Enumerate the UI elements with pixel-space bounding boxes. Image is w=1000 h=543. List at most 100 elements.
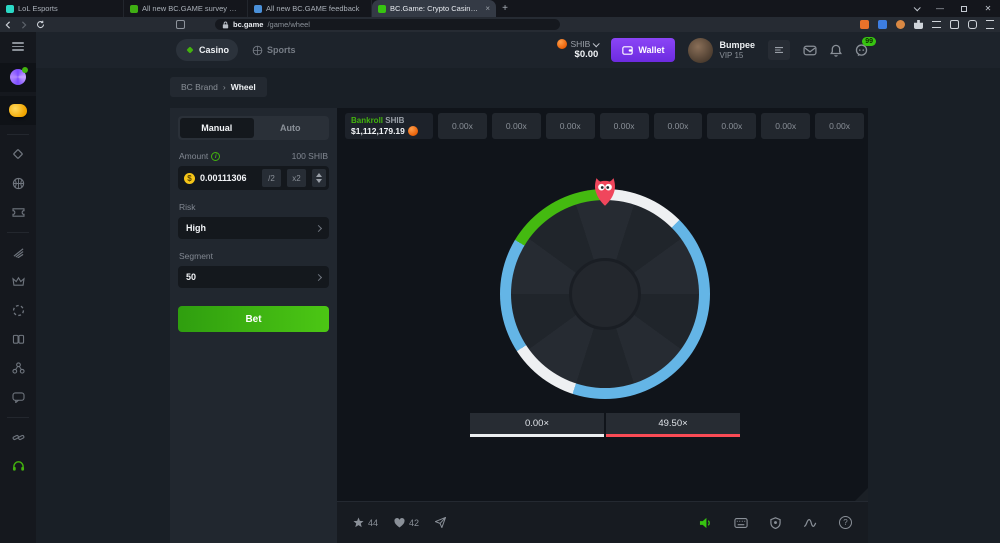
- sidebar-item-support[interactable]: [12, 452, 25, 481]
- screenshot-icon[interactable]: [968, 20, 977, 29]
- game-footer-icons: [699, 516, 852, 529]
- tab-manual[interactable]: Manual: [180, 118, 254, 138]
- app-header: Casino Sports SHIB $0.00 Wallet Bumpee V…: [36, 32, 1000, 68]
- bookmark-icon[interactable]: [176, 20, 185, 29]
- notifications-button[interactable]: [830, 44, 842, 57]
- tab-auto[interactable]: Auto: [254, 118, 328, 138]
- sidebar-item-coins[interactable]: [0, 96, 36, 125]
- sidebar-toggle-hamburger-icon[interactable]: [12, 40, 24, 53]
- game-area: Bankroll SHIB $1,112,179.19 0.00x 0.00x …: [337, 108, 868, 543]
- puzzle-extensions-icon[interactable]: [914, 20, 923, 29]
- username: Bumpee: [719, 40, 755, 51]
- loader-circle-icon: [12, 304, 25, 317]
- tab-favicon-icon: [6, 5, 14, 13]
- chevron-right-icon: [315, 224, 322, 231]
- sidebar-item-forum[interactable]: [12, 383, 25, 412]
- heart-icon: [394, 518, 405, 528]
- speaker-icon: [699, 517, 712, 529]
- reading-list-icon[interactable]: [932, 21, 941, 28]
- tab-sports[interactable]: Sports: [252, 45, 296, 56]
- history-chip: 0.00x: [492, 113, 541, 139]
- bet-slip-button[interactable]: [768, 40, 790, 60]
- likes-count: 42: [409, 518, 419, 528]
- share-button[interactable]: [435, 517, 446, 528]
- history-chip: 0.00x: [546, 113, 595, 139]
- two-cards-icon: [12, 334, 25, 345]
- wave-icon: [803, 518, 817, 528]
- chat-unread-badge: 99: [862, 37, 876, 46]
- step-down-icon[interactable]: [316, 179, 322, 183]
- game-footer: 44 42: [337, 501, 868, 543]
- amount-input[interactable]: 0.00111306 /2 x2: [178, 166, 329, 190]
- back-icon[interactable]: [0, 21, 16, 29]
- sidebar-item-spin[interactable]: [12, 296, 25, 325]
- tab-close-icon[interactable]: ×: [483, 4, 490, 13]
- tab-casino[interactable]: Casino: [176, 39, 238, 61]
- risk-dropdown[interactable]: High: [178, 217, 329, 239]
- side-panel-icon[interactable]: [950, 20, 959, 29]
- browser-tab[interactable]: LoL Esports: [0, 0, 124, 17]
- likes-stat[interactable]: 42: [394, 518, 419, 528]
- new-tab-button[interactable]: +: [496, 0, 514, 17]
- fairness-button[interactable]: [770, 517, 781, 529]
- reload-icon[interactable]: [32, 20, 48, 29]
- wheel: [500, 189, 710, 399]
- extension-icon[interactable]: [860, 20, 869, 29]
- hotkeys-button[interactable]: [734, 518, 748, 528]
- browser-tab[interactable]: All new BC.GAME feedback: [248, 0, 372, 17]
- breadcrumb-root[interactable]: BC Brand: [181, 82, 218, 92]
- amount-value[interactable]: 0.00111306: [200, 173, 256, 183]
- close-icon[interactable]: ✕: [976, 0, 1000, 17]
- double-bet-button[interactable]: x2: [287, 169, 306, 187]
- browser-tab[interactable]: All new BC.GAME survey & feedback: [124, 0, 248, 17]
- extension-icon[interactable]: [878, 20, 887, 29]
- amount-max-hint: 100 SHIB: [292, 151, 328, 161]
- minimize-icon[interactable]: —: [928, 0, 952, 17]
- forward-icon[interactable]: [16, 21, 32, 29]
- diamond-icon: [12, 148, 24, 160]
- shield-icon: [770, 517, 781, 529]
- sidebar-item-casino[interactable]: [12, 140, 24, 169]
- extension-icon[interactable]: [896, 20, 905, 29]
- bet-button[interactable]: Bet: [178, 306, 329, 332]
- browser-tab-active[interactable]: BC.Game: Crypto Casino Games & ×: [372, 0, 496, 17]
- sidebar-item-vip[interactable]: [12, 267, 25, 296]
- step-up-icon[interactable]: [316, 173, 322, 177]
- sound-button[interactable]: [699, 517, 712, 529]
- restore-icon[interactable]: [952, 0, 976, 17]
- live-stats-button[interactable]: [803, 518, 817, 528]
- sidebar-item-cards[interactable]: [12, 325, 25, 354]
- sidebar-item-links[interactable]: [12, 423, 25, 452]
- result-value: 0.00×: [525, 418, 549, 429]
- breadcrumb-current: Wheel: [231, 82, 256, 92]
- sidebar-item-affiliate[interactable]: [12, 354, 25, 383]
- info-icon[interactable]: [211, 152, 220, 161]
- crown-icon: [12, 276, 25, 287]
- sidebar-item-promotions[interactable]: [12, 198, 25, 227]
- wallet-button[interactable]: Wallet: [611, 38, 675, 62]
- amount-stepper[interactable]: [312, 169, 326, 187]
- link-icon: [12, 432, 25, 443]
- results-row: 0.00× 49.50×: [470, 413, 740, 437]
- chat-button[interactable]: 99: [855, 44, 868, 57]
- currency-selector[interactable]: SHIB $0.00: [557, 39, 598, 62]
- sidebar-item-sports[interactable]: [12, 169, 25, 198]
- help-icon[interactable]: [839, 516, 852, 529]
- shib-token-icon: [408, 126, 418, 136]
- wallet-label: Wallet: [638, 45, 664, 55]
- address-bar[interactable]: bc.game/game/wheel: [215, 19, 560, 30]
- sidebar-item-bonus[interactable]: [0, 63, 36, 92]
- inbox-button[interactable]: [803, 45, 817, 56]
- resize-corner[interactable]: [855, 488, 868, 501]
- favorites-stat[interactable]: 44: [353, 517, 378, 528]
- sidebar-item-rewards[interactable]: [12, 238, 25, 267]
- tab-search-icon[interactable]: [904, 0, 928, 17]
- browser-menu-icon[interactable]: [986, 20, 994, 29]
- vip-level: VIP 15: [719, 51, 755, 60]
- bankroll-label: Bankroll: [351, 116, 383, 125]
- currency-code: SHIB: [570, 39, 590, 50]
- tab-title: BC.Game: Crypto Casino Games &: [390, 4, 479, 13]
- user-profile[interactable]: Bumpee VIP 15: [688, 38, 755, 63]
- segment-dropdown[interactable]: 50: [178, 266, 329, 288]
- half-bet-button[interactable]: /2: [262, 169, 281, 187]
